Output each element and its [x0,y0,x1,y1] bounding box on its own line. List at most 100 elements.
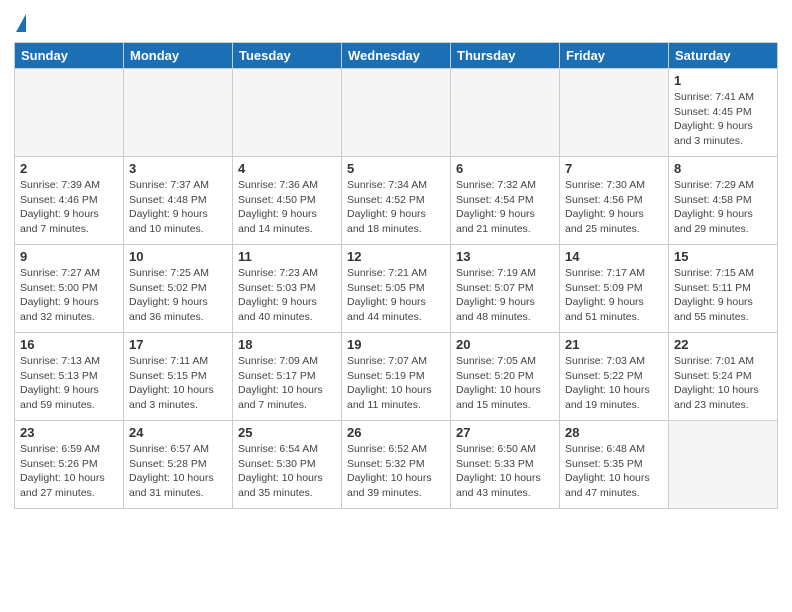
calendar-cell: 27Sunrise: 6:50 AM Sunset: 5:33 PM Dayli… [451,421,560,509]
day-number: 14 [565,249,663,264]
weekday-header-thursday: Thursday [451,43,560,69]
calendar-week-row: 23 Sunrise: 6:59 AM Sunset: 5:26 PM Dayli… [15,421,778,509]
weekday-header-row: SundayMondayTuesdayWednesdayThursdayFrid… [15,43,778,69]
calendar-cell: 14 Sunrise: 7:17 AM Sunset: 5:09 PM Dayli… [560,245,669,333]
calendar-cell: 12 Sunrise: 7:21 AM Sunset: 5:05 PM Dayli… [342,245,451,333]
calendar-cell: 20Sunrise: 7:05 AM Sunset: 5:20 PM Dayli… [451,333,560,421]
calendar-cell: 23 Sunrise: 6:59 AM Sunset: 5:26 PM Dayli… [15,421,124,509]
calendar-cell: 15 Sunrise: 7:15 AM Sunset: 5:11 PM Dayli… [669,245,778,333]
day-number: 17 [129,337,227,352]
day-info: Sunrise: 7:07 AM Sunset: 5:19 PM Dayligh… [347,354,445,413]
day-info: Sunrise: 7:01 AM Sunset: 5:24 PM Dayligh… [674,354,772,413]
day-info: Sunrise: 7:05 AM Sunset: 5:20 PM Dayligh… [456,354,554,413]
calendar-table: SundayMondayTuesdayWednesdayThursdayFrid… [14,42,778,509]
calendar-cell: 3Sunrise: 7:37 AM Sunset: 4:48 PM Daylig… [124,157,233,245]
day-info: Sunrise: 7:32 AM Sunset: 4:54 PM Dayligh… [456,178,554,237]
day-number: 16 [20,337,118,352]
calendar-cell: 13 Sunrise: 7:19 AM Sunset: 5:07 PM Dayli… [451,245,560,333]
day-info: Sunrise: 7:15 AM Sunset: 5:11 PM Dayligh… [674,266,772,325]
day-info: Sunrise: 7:34 AM Sunset: 4:52 PM Dayligh… [347,178,445,237]
day-number: 15 [674,249,772,264]
weekday-header-sunday: Sunday [15,43,124,69]
weekday-header-saturday: Saturday [669,43,778,69]
day-number: 1 [674,73,772,88]
calendar-week-row: 9 Sunrise: 7:27 AM Sunset: 5:00 PM Daylig… [15,245,778,333]
day-info: Sunrise: 7:19 AM Sunset: 5:07 PM Dayligh… [456,266,554,325]
day-number: 11 [238,249,336,264]
day-number: 8 [674,161,772,176]
day-number: 18 [238,337,336,352]
day-info: Sunrise: 7:30 AM Sunset: 4:56 PM Dayligh… [565,178,663,237]
page-container: SundayMondayTuesdayWednesdayThursdayFrid… [0,0,792,523]
day-number: 5 [347,161,445,176]
day-number: 24 [129,425,227,440]
calendar-cell: 9 Sunrise: 7:27 AM Sunset: 5:00 PM Daylig… [15,245,124,333]
calendar-cell: 25 Sunrise: 6:54 AM Sunset: 5:30 PM Dayli… [233,421,342,509]
logo [14,14,26,34]
calendar-cell [451,69,560,157]
day-info: Sunrise: 7:09 AM Sunset: 5:17 PM Dayligh… [238,354,336,413]
day-info: Sunrise: 7:36 AM Sunset: 4:50 PM Dayligh… [238,178,336,237]
day-info: Sunrise: 7:39 AM Sunset: 4:46 PM Dayligh… [20,178,118,237]
day-info: Sunrise: 6:57 AM Sunset: 5:28 PM Dayligh… [129,442,227,501]
calendar-cell: 26Sunrise: 6:52 AM Sunset: 5:32 PM Dayli… [342,421,451,509]
calendar-cell: 8 Sunrise: 7:29 AM Sunset: 4:58 PM Daylig… [669,157,778,245]
calendar-cell: 11 Sunrise: 7:23 AM Sunset: 5:03 PM Dayli… [233,245,342,333]
calendar-cell [669,421,778,509]
day-info: Sunrise: 7:41 AM Sunset: 4:45 PM Dayligh… [674,90,772,149]
calendar-cell: 16 Sunrise: 7:13 AM Sunset: 5:13 PM Dayli… [15,333,124,421]
calendar-cell: 6 Sunrise: 7:32 AM Sunset: 4:54 PM Daylig… [451,157,560,245]
calendar-week-row: 1 Sunrise: 7:41 AM Sunset: 4:45 PM Daylig… [15,69,778,157]
calendar-cell: 2 Sunrise: 7:39 AM Sunset: 4:46 PM Daylig… [15,157,124,245]
day-number: 10 [129,249,227,264]
calendar-cell: 7Sunrise: 7:30 AM Sunset: 4:56 PM Daylig… [560,157,669,245]
day-info: Sunrise: 6:59 AM Sunset: 5:26 PM Dayligh… [20,442,118,501]
day-number: 2 [20,161,118,176]
weekday-header-wednesday: Wednesday [342,43,451,69]
day-info: Sunrise: 7:23 AM Sunset: 5:03 PM Dayligh… [238,266,336,325]
calendar-cell [15,69,124,157]
calendar-cell [342,69,451,157]
weekday-header-friday: Friday [560,43,669,69]
calendar-cell [233,69,342,157]
calendar-cell: 28Sunrise: 6:48 AM Sunset: 5:35 PM Dayli… [560,421,669,509]
day-number: 4 [238,161,336,176]
calendar-cell: 19 Sunrise: 7:07 AM Sunset: 5:19 PM Dayli… [342,333,451,421]
day-info: Sunrise: 7:37 AM Sunset: 4:48 PM Dayligh… [129,178,227,237]
calendar-week-row: 16 Sunrise: 7:13 AM Sunset: 5:13 PM Dayli… [15,333,778,421]
header [14,10,778,34]
calendar-week-row: 2 Sunrise: 7:39 AM Sunset: 4:46 PM Daylig… [15,157,778,245]
calendar-cell: 22Sunrise: 7:01 AM Sunset: 5:24 PM Dayli… [669,333,778,421]
day-number: 26 [347,425,445,440]
day-info: Sunrise: 7:21 AM Sunset: 5:05 PM Dayligh… [347,266,445,325]
day-info: Sunrise: 7:17 AM Sunset: 5:09 PM Dayligh… [565,266,663,325]
day-info: Sunrise: 6:54 AM Sunset: 5:30 PM Dayligh… [238,442,336,501]
day-number: 19 [347,337,445,352]
calendar-cell: 5 Sunrise: 7:34 AM Sunset: 4:52 PM Daylig… [342,157,451,245]
day-info: Sunrise: 7:11 AM Sunset: 5:15 PM Dayligh… [129,354,227,413]
calendar-cell [560,69,669,157]
day-number: 6 [456,161,554,176]
day-number: 13 [456,249,554,264]
day-number: 9 [20,249,118,264]
day-number: 12 [347,249,445,264]
weekday-header-tuesday: Tuesday [233,43,342,69]
calendar-cell: 21 Sunrise: 7:03 AM Sunset: 5:22 PM Dayli… [560,333,669,421]
calendar-cell: 10 Sunrise: 7:25 AM Sunset: 5:02 PM Dayli… [124,245,233,333]
day-number: 28 [565,425,663,440]
day-info: Sunrise: 7:27 AM Sunset: 5:00 PM Dayligh… [20,266,118,325]
day-number: 23 [20,425,118,440]
day-info: Sunrise: 7:29 AM Sunset: 4:58 PM Dayligh… [674,178,772,237]
calendar-cell: 4 Sunrise: 7:36 AM Sunset: 4:50 PM Daylig… [233,157,342,245]
calendar-cell [124,69,233,157]
day-number: 27 [456,425,554,440]
calendar-cell: 18 Sunrise: 7:09 AM Sunset: 5:17 PM Dayli… [233,333,342,421]
logo-triangle-icon [16,14,26,32]
weekday-header-monday: Monday [124,43,233,69]
calendar-cell: 1 Sunrise: 7:41 AM Sunset: 4:45 PM Daylig… [669,69,778,157]
day-number: 21 [565,337,663,352]
day-info: Sunrise: 7:03 AM Sunset: 5:22 PM Dayligh… [565,354,663,413]
day-info: Sunrise: 7:25 AM Sunset: 5:02 PM Dayligh… [129,266,227,325]
day-number: 25 [238,425,336,440]
day-info: Sunrise: 7:13 AM Sunset: 5:13 PM Dayligh… [20,354,118,413]
